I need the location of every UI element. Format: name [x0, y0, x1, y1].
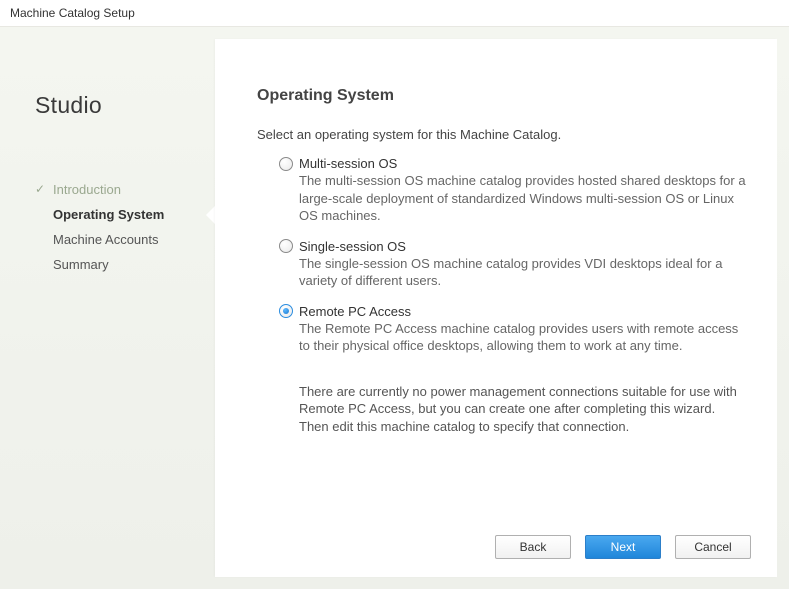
- option-single-session-os[interactable]: Single-session OS The single-session OS …: [279, 239, 747, 290]
- option-head[interactable]: Multi-session OS: [279, 156, 747, 171]
- wizard-steps: Introduction Operating System Machine Ac…: [35, 177, 215, 277]
- option-head[interactable]: Remote PC Access: [279, 304, 747, 319]
- step-summary[interactable]: Summary: [35, 252, 215, 277]
- window-title: Machine Catalog Setup: [0, 0, 789, 26]
- os-options-group: Multi-session OS The multi-session OS ma…: [257, 156, 747, 435]
- radio-icon[interactable]: [279, 239, 293, 253]
- option-description: The single-session OS machine catalog pr…: [279, 255, 747, 290]
- option-head[interactable]: Single-session OS: [279, 239, 747, 254]
- option-description: The multi-session OS machine catalog pro…: [279, 172, 747, 225]
- option-label: Multi-session OS: [299, 156, 397, 171]
- info-text: There are currently no power management …: [279, 383, 747, 436]
- option-multi-session-os[interactable]: Multi-session OS The multi-session OS ma…: [279, 156, 747, 225]
- button-bar: Back Next Cancel: [495, 535, 751, 559]
- wizard-body: Studio Introduction Operating System Mac…: [0, 26, 789, 589]
- step-label: Introduction: [53, 182, 121, 197]
- back-button[interactable]: Back: [495, 535, 571, 559]
- option-remote-pc-access[interactable]: Remote PC Access The Remote PC Access ma…: [279, 304, 747, 355]
- step-label: Operating System: [53, 207, 164, 222]
- panel-subtitle: Select an operating system for this Mach…: [257, 127, 747, 142]
- step-label: Machine Accounts: [53, 232, 159, 247]
- radio-icon[interactable]: [279, 304, 293, 318]
- step-operating-system[interactable]: Operating System: [35, 202, 215, 227]
- option-description: The Remote PC Access machine catalog pro…: [279, 320, 747, 355]
- option-label: Single-session OS: [299, 239, 406, 254]
- brand-title: Studio: [35, 92, 215, 119]
- wizard-sidebar: Studio Introduction Operating System Mac…: [0, 27, 215, 589]
- main-panel: Operating System Select an operating sys…: [215, 39, 777, 577]
- step-label: Summary: [53, 257, 109, 272]
- next-button[interactable]: Next: [585, 535, 661, 559]
- option-label: Remote PC Access: [299, 304, 411, 319]
- cancel-button[interactable]: Cancel: [675, 535, 751, 559]
- radio-icon[interactable]: [279, 157, 293, 171]
- step-introduction[interactable]: Introduction: [35, 177, 215, 202]
- step-machine-accounts[interactable]: Machine Accounts: [35, 227, 215, 252]
- panel-heading: Operating System: [257, 87, 747, 105]
